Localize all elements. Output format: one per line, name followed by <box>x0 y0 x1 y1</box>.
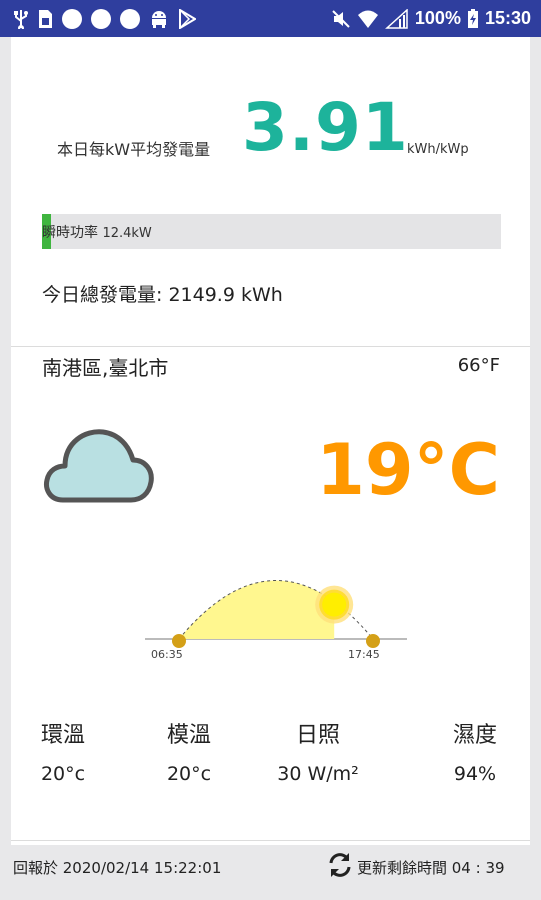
status-right-icons: 100% 15:30 <box>331 8 531 29</box>
temperature-fahrenheit: 66°F <box>457 355 500 376</box>
instant-power-label: 瞬時功率 <box>42 225 98 241</box>
metric-irradiance: 日照 30 W/m² <box>263 717 373 785</box>
main-card: 本日每kW平均發電量 3.91 kWh/kWp 瞬時功率 12.4kW 今日總發… <box>11 37 530 845</box>
metric-value: 94% <box>453 763 497 785</box>
metric-humidity: 濕度 94% <box>420 717 530 785</box>
avg-generation-value: 3.91 <box>242 89 409 166</box>
signal-icon <box>384 8 409 29</box>
metric-label: 環溫 <box>40 723 85 748</box>
status-left-icons <box>14 8 196 29</box>
status-bar: 100% 15:30 <box>0 0 541 37</box>
footer-divider <box>11 840 530 841</box>
location-label: 南港區,臺北市 <box>42 356 169 380</box>
footer: 回報於 2020/02/14 15:22:01 更新剩餘時間 04 : 39 <box>0 845 541 885</box>
sunrise-marker <box>172 634 186 648</box>
avg-generation-label: 本日每kW平均發電量 <box>57 140 211 159</box>
play-store-icon <box>178 8 196 29</box>
sim-icon <box>37 9 53 29</box>
avg-generation-unit: kWh/kWp <box>407 142 469 157</box>
sun-path-graph <box>145 580 407 648</box>
mute-icon <box>331 9 351 29</box>
metric-label: 模溫 <box>166 723 211 748</box>
metric-label: 日照 <box>295 723 340 748</box>
sunset-time: 17:45 <box>348 648 380 661</box>
sun-icon <box>315 585 354 624</box>
metric-value: 30 W/m² <box>277 763 359 785</box>
report-timestamp: 回報於 2020/02/14 15:22:01 <box>13 859 222 877</box>
metric-ambient-temp: 環溫 20°c <box>8 717 118 785</box>
refresh-countdown: 更新剩餘時間 04 : 39 <box>357 859 505 877</box>
wifi-icon <box>357 9 379 29</box>
metric-value: 20°c <box>166 763 212 785</box>
cloud-icon <box>41 422 155 510</box>
metric-label: 濕度 <box>452 723 497 748</box>
metric-value: 20°c <box>40 763 86 785</box>
notification-dot-icon <box>91 8 111 29</box>
notification-dot-icon <box>120 8 140 29</box>
usb-icon <box>14 9 28 29</box>
sunset-marker <box>366 634 380 648</box>
sunrise-time: 06:35 <box>151 648 183 661</box>
total-generation: 今日總發電量: 2149.9 kWh <box>42 284 283 306</box>
instant-power-text: 瞬時功率 12.4kW <box>42 222 152 242</box>
metric-module-temp: 模溫 20°c <box>134 717 244 785</box>
clock: 15:30 <box>484 8 531 28</box>
refresh-icon[interactable] <box>326 851 354 883</box>
notification-dot-icon <box>62 8 82 29</box>
battery-percent: 100% <box>414 8 461 28</box>
section-divider <box>11 346 530 347</box>
android-icon <box>149 9 169 29</box>
daylight-area <box>179 580 335 639</box>
temperature-celsius: 19°C <box>316 429 500 511</box>
instant-power-value: 12.4kW <box>102 226 152 241</box>
battery-icon <box>467 8 479 29</box>
instant-power-bar: 瞬時功率 12.4kW <box>42 214 501 249</box>
